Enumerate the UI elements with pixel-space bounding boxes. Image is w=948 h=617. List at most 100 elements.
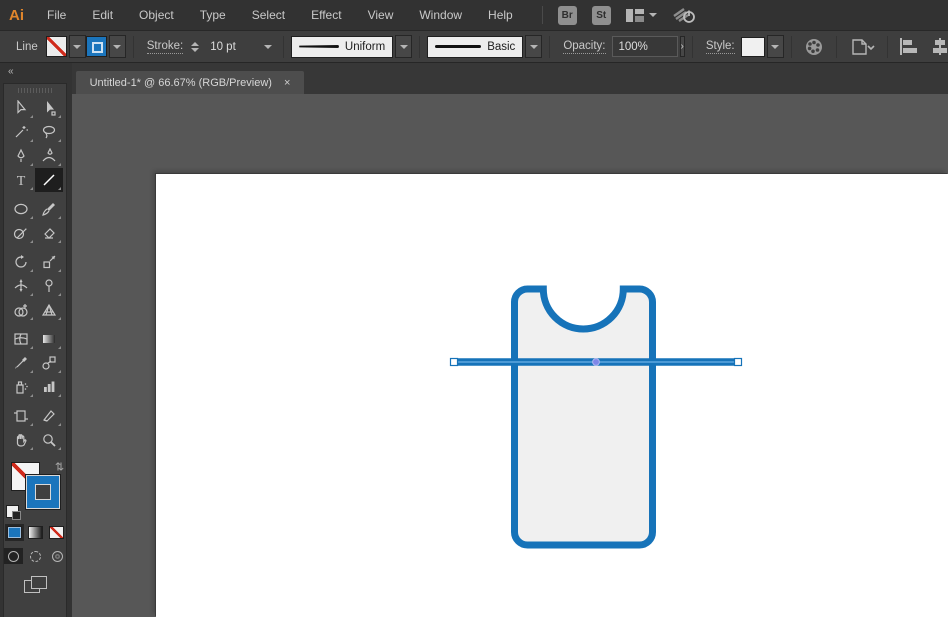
tool-scale[interactable]: [35, 250, 63, 274]
menu-object[interactable]: Object: [126, 8, 187, 22]
tool-artboard[interactable]: [7, 404, 35, 428]
menu-view[interactable]: View: [355, 8, 407, 22]
draw-behind-button[interactable]: [26, 548, 45, 564]
menu-window[interactable]: Window: [406, 8, 475, 22]
selection-type-label: Line: [16, 41, 38, 53]
selected-line[interactable]: [451, 359, 742, 366]
brush-dropdown[interactable]: [525, 35, 542, 58]
stroke-color-dropdown[interactable]: [109, 35, 126, 58]
tool-type[interactable]: T: [7, 168, 35, 192]
menu-bar: Ai File Edit Object Type Select Effect V…: [0, 0, 948, 31]
isolate-object-button[interactable]: [849, 37, 875, 57]
stroke-width-stepper[interactable]: [191, 42, 199, 52]
fill-color-swatch[interactable]: [46, 36, 67, 57]
stock-button[interactable]: St: [592, 6, 611, 25]
color-button[interactable]: [5, 524, 24, 541]
tool-blend[interactable]: [35, 351, 63, 375]
left-endpoint-handle[interactable]: [451, 359, 458, 366]
draw-normal-button[interactable]: [4, 548, 23, 564]
workspace-switcher[interactable]: [626, 9, 657, 22]
width-profile-dropdown[interactable]: [395, 35, 412, 58]
center-anchor-point[interactable]: [593, 359, 600, 366]
menu-effect[interactable]: Effect: [298, 8, 354, 22]
tool-magic-wand[interactable]: [7, 120, 35, 144]
tool-mesh[interactable]: [7, 327, 35, 351]
document-tab[interactable]: Untitled-1* @ 66.67% (RGB/Preview) ×: [76, 71, 304, 94]
stroke-width-value[interactable]: 10 pt: [203, 36, 257, 57]
workspace-switcher-icon: [626, 9, 644, 22]
chevron-down-icon: [771, 45, 779, 49]
tool-shape-builder[interactable]: [7, 298, 35, 322]
gradient-button[interactable]: [26, 524, 45, 541]
tool-shaper[interactable]: [7, 221, 35, 245]
right-endpoint-handle[interactable]: [735, 359, 742, 366]
opacity-forward-button[interactable]: ›: [680, 36, 685, 57]
tool-rotate[interactable]: [7, 250, 35, 274]
tool-paintbrush[interactable]: [35, 197, 63, 221]
notched-rectangle-shape[interactable]: [515, 289, 653, 545]
canvas[interactable]: [72, 94, 948, 617]
tool-direct-selection[interactable]: [35, 96, 63, 120]
tool-lasso[interactable]: [35, 120, 63, 144]
menu-edit[interactable]: Edit: [79, 8, 126, 22]
pen-tool-icon: [13, 148, 29, 164]
brush-definition-select[interactable]: Basic: [427, 36, 523, 58]
graphic-style-swatch[interactable]: [741, 37, 765, 57]
divider: [283, 36, 284, 58]
sync-settings-icon[interactable]: [672, 6, 698, 24]
tool-perspective-grid[interactable]: [35, 298, 63, 322]
align-center-icon[interactable]: [930, 38, 948, 55]
width-tool-icon: [13, 278, 29, 294]
tool-width[interactable]: [7, 274, 35, 298]
align-left-icon[interactable]: [899, 38, 919, 55]
close-tab-icon[interactable]: ×: [284, 77, 290, 89]
tool-column-graph[interactable]: [35, 375, 63, 399]
tool-ellipse[interactable]: [7, 197, 35, 221]
stroke-proxy-swatch[interactable]: [26, 475, 60, 509]
tool-eraser[interactable]: [35, 221, 63, 245]
stroke-panel-link[interactable]: Stroke:: [147, 40, 183, 54]
default-fill-stroke-icon[interactable]: [6, 505, 19, 518]
blend-tool-icon: [41, 355, 57, 371]
menu-type[interactable]: Type: [187, 8, 239, 22]
change-screen-mode-button[interactable]: [24, 576, 46, 592]
tool-slice[interactable]: [35, 404, 63, 428]
menu-file[interactable]: File: [34, 8, 79, 22]
shaper-tool-icon: [13, 225, 29, 241]
zoom-tool-icon: [41, 432, 57, 448]
stroke-color-swatch[interactable]: [86, 36, 107, 57]
tool-zoom[interactable]: [35, 428, 63, 452]
none-button[interactable]: [47, 524, 66, 541]
hand-tool-icon: [13, 432, 29, 448]
graphic-style-dropdown[interactable]: [767, 35, 784, 58]
stroke-width-dropdown[interactable]: [259, 35, 276, 58]
panel-grip-dots[interactable]: [18, 88, 52, 93]
divider: [419, 36, 420, 58]
tool-selection[interactable]: [7, 96, 35, 120]
brush-value: Basic: [487, 41, 515, 53]
collapse-panel-button[interactable]: «: [0, 63, 72, 83]
draw-inside-button[interactable]: [48, 548, 67, 564]
opacity-value-field[interactable]: 100%: [612, 36, 678, 57]
recolor-artwork-button[interactable]: [804, 37, 824, 57]
tool-hand[interactable]: [7, 428, 35, 452]
fill-color-dropdown[interactable]: [69, 35, 86, 58]
menu-select[interactable]: Select: [239, 8, 298, 22]
tool-gradient[interactable]: [35, 327, 63, 351]
width-profile-value: Uniform: [345, 41, 385, 53]
tool-puppet-warp[interactable]: [35, 274, 63, 298]
bridge-button[interactable]: Br: [558, 6, 577, 25]
tool-curvature[interactable]: [35, 144, 63, 168]
drawing-mode-buttons: [4, 548, 67, 564]
tool-line-segment[interactable]: [35, 168, 63, 192]
variable-width-profile-select[interactable]: Uniform: [291, 36, 393, 58]
menu-help[interactable]: Help: [475, 8, 526, 22]
swap-fill-stroke-icon[interactable]: ⇄: [53, 462, 66, 471]
chevron-down-icon: [649, 13, 657, 17]
tool-eyedropper[interactable]: [7, 351, 35, 375]
tool-symbol-sprayer[interactable]: [7, 375, 35, 399]
opacity-panel-link[interactable]: Opacity:: [563, 40, 605, 54]
type-tool-icon: T: [13, 172, 29, 188]
tool-pen[interactable]: [7, 144, 35, 168]
style-panel-link[interactable]: Style:: [706, 40, 735, 54]
